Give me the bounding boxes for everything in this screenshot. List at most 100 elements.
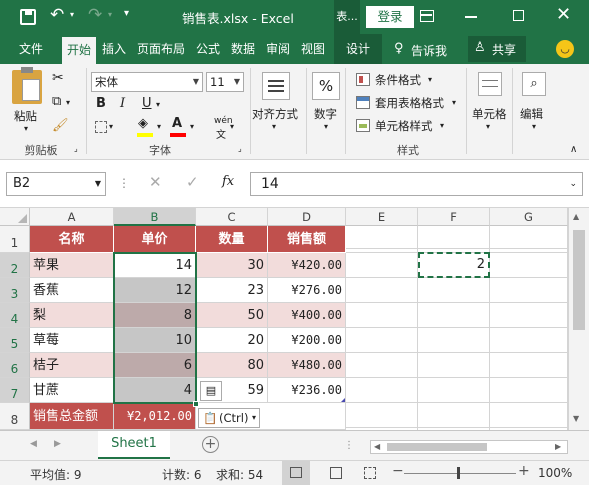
total-value-cell[interactable]: ¥2,012.00 xyxy=(114,403,196,430)
editing-dropdown-icon[interactable]: ▾ xyxy=(532,122,536,131)
cell-styles-dropdown-icon[interactable]: ▾ xyxy=(440,121,444,130)
clipboard-launcher-icon[interactable]: ⌟ xyxy=(74,144,78,153)
cell-a7[interactable]: 甘蔗 xyxy=(30,378,114,403)
font-size-combo[interactable]: 11 ▼ xyxy=(206,72,244,92)
header-cell-sales[interactable]: 销售额 xyxy=(268,226,346,253)
fill-color-icon[interactable]: ◈ xyxy=(138,116,148,131)
cell-styles-button[interactable]: 单元格样式 xyxy=(375,118,433,134)
cell-a2[interactable]: 苹果 xyxy=(30,253,114,278)
cells-label[interactable]: 单元格 xyxy=(472,106,507,122)
cell-a4[interactable]: 梨 xyxy=(30,303,114,328)
italic-button[interactable]: I xyxy=(120,96,125,111)
scroll-left-icon[interactable]: ◀ xyxy=(30,439,37,449)
number-label[interactable]: 数字 xyxy=(314,106,337,122)
font-color-dropdown-icon[interactable]: ▾ xyxy=(190,122,194,131)
underline-dropdown-icon[interactable]: ▾ xyxy=(156,100,160,109)
worksheet-grid[interactable]: A B C D E F G 1 2 3 4 5 6 7 8 名称 单价 数量 销… xyxy=(0,208,589,430)
expand-formula-icon[interactable]: ⌄ xyxy=(569,173,577,195)
cell-a3[interactable]: 香蕉 xyxy=(30,278,114,303)
conditional-format-icon[interactable] xyxy=(356,73,370,86)
cell-styles-icon[interactable] xyxy=(356,119,370,132)
scroll-up-icon[interactable]: ▲ xyxy=(573,212,579,221)
cell-d2[interactable]: ¥420.00 xyxy=(268,253,346,278)
minimize-icon[interactable] xyxy=(465,16,477,18)
tab-file[interactable]: 文件 xyxy=(12,34,50,64)
ribbon-display-options-icon[interactable] xyxy=(420,10,434,22)
undo-dropdown-icon[interactable]: ▾ xyxy=(70,10,74,19)
column-header-e[interactable]: E xyxy=(346,208,418,226)
tab-page-layout[interactable]: 页面布局 xyxy=(134,34,188,64)
paste-dropdown-icon[interactable]: ▾ xyxy=(24,124,28,133)
cell-c2[interactable]: 30 xyxy=(196,253,268,278)
underline-button[interactable]: U xyxy=(142,96,152,111)
cell-d7[interactable]: ¥236.00 xyxy=(268,378,346,403)
header-cell-quantity[interactable]: 数量 xyxy=(196,226,268,253)
header-cell-price[interactable]: 单价 xyxy=(114,226,196,253)
insert-function-button[interactable]: fx xyxy=(222,174,234,189)
cell-a6[interactable]: 桔子 xyxy=(30,353,114,378)
tab-home[interactable]: 开始 xyxy=(62,37,96,64)
cell-b4[interactable]: 8 xyxy=(114,303,196,328)
column-header-a[interactable]: A xyxy=(30,208,114,226)
zoom-slider-track[interactable] xyxy=(404,473,516,474)
row-header-2[interactable]: 2 xyxy=(0,253,30,278)
number-format-icon[interactable]: % xyxy=(312,72,340,100)
smiley-feedback-icon[interactable]: ◡ xyxy=(556,40,574,58)
cell-d6[interactable]: ¥480.00 xyxy=(268,353,346,378)
share-button[interactable]: ♙ 共享 xyxy=(468,36,526,62)
row-header-3[interactable]: 3 xyxy=(0,278,30,303)
page-layout-view-icon[interactable] xyxy=(330,467,342,479)
font-launcher-icon[interactable]: ⌟ xyxy=(238,144,242,153)
search-icon[interactable]: ⌕ xyxy=(522,72,546,96)
horizontal-scrollbar[interactable]: ◀ ▶ xyxy=(370,440,568,454)
tab-split-grip-icon[interactable]: ⋮ xyxy=(344,440,354,451)
row-header-6[interactable]: 6 xyxy=(0,353,30,378)
formula-input[interactable]: 14 ⌄ xyxy=(250,172,583,196)
font-color-icon[interactable]: A xyxy=(172,116,182,131)
undo-icon[interactable]: ↶ xyxy=(50,5,64,25)
scroll-down-icon[interactable]: ▼ xyxy=(573,414,579,423)
total-label-cell[interactable]: 销售总金额 xyxy=(30,403,114,430)
hscroll-right-icon[interactable]: ▶ xyxy=(555,442,561,451)
column-header-c[interactable]: C xyxy=(196,208,268,226)
cell-d4[interactable]: ¥400.00 xyxy=(268,303,346,328)
row-header-5[interactable]: 5 xyxy=(0,328,30,353)
font-name-combo[interactable]: 宋体 ▼ xyxy=(91,72,203,92)
header-cell-name[interactable]: 名称 xyxy=(30,226,114,253)
copy-icon[interactable]: ⧉ xyxy=(52,94,61,109)
sheet-tab-sheet1[interactable]: Sheet1 xyxy=(98,431,170,459)
quick-analysis-icon[interactable]: ▤ xyxy=(200,381,222,401)
maximize-icon[interactable] xyxy=(513,10,524,21)
row-header-4[interactable]: 4 xyxy=(0,303,30,328)
cell-a5[interactable]: 草莓 xyxy=(30,328,114,353)
column-header-f[interactable]: F xyxy=(418,208,490,226)
zoom-level[interactable]: 100% xyxy=(538,466,572,480)
fill-dropdown-icon[interactable]: ▾ xyxy=(157,122,161,131)
login-button[interactable]: 登录 xyxy=(366,6,414,28)
customize-toolbar-icon[interactable]: ▾ xyxy=(124,8,129,19)
normal-view-button[interactable] xyxy=(282,461,310,485)
row-header-8[interactable]: 8 xyxy=(0,403,30,430)
row-header-7[interactable]: 7 xyxy=(0,378,30,403)
zoom-in-icon[interactable]: + xyxy=(518,463,530,479)
scroll-right-icon[interactable]: ▶ xyxy=(54,439,61,449)
context-tab-table[interactable]: 表... xyxy=(334,0,360,34)
bold-button[interactable]: B xyxy=(96,96,106,111)
cell-b2[interactable]: 14 xyxy=(114,253,196,278)
alignment-label[interactable]: 对齐方式 xyxy=(252,106,298,122)
collapse-ribbon-icon[interactable]: ∧ xyxy=(570,144,577,155)
conditional-format-button[interactable]: 条件格式 xyxy=(375,72,421,88)
cell-b5[interactable]: 10 xyxy=(114,328,196,353)
cell-c6[interactable]: 80 xyxy=(196,353,268,378)
paste-options-button[interactable]: 📋 (Ctrl) ▾ xyxy=(198,408,260,428)
alignment-icon[interactable] xyxy=(262,72,290,100)
cell-b7[interactable]: 4 xyxy=(114,378,196,403)
alignment-dropdown-icon[interactable]: ▾ xyxy=(272,122,276,131)
vertical-scrollbar[interactable]: ▲ ▼ xyxy=(568,208,589,430)
column-header-g[interactable]: G xyxy=(490,208,568,226)
paste-label[interactable]: 粘贴 xyxy=(14,108,37,124)
cut-icon[interactable]: ✂ xyxy=(52,70,64,86)
tab-insert[interactable]: 插入 xyxy=(99,34,129,64)
phonetic-dropdown-icon[interactable]: ▾ xyxy=(230,122,234,131)
cell-b3[interactable]: 12 xyxy=(114,278,196,303)
